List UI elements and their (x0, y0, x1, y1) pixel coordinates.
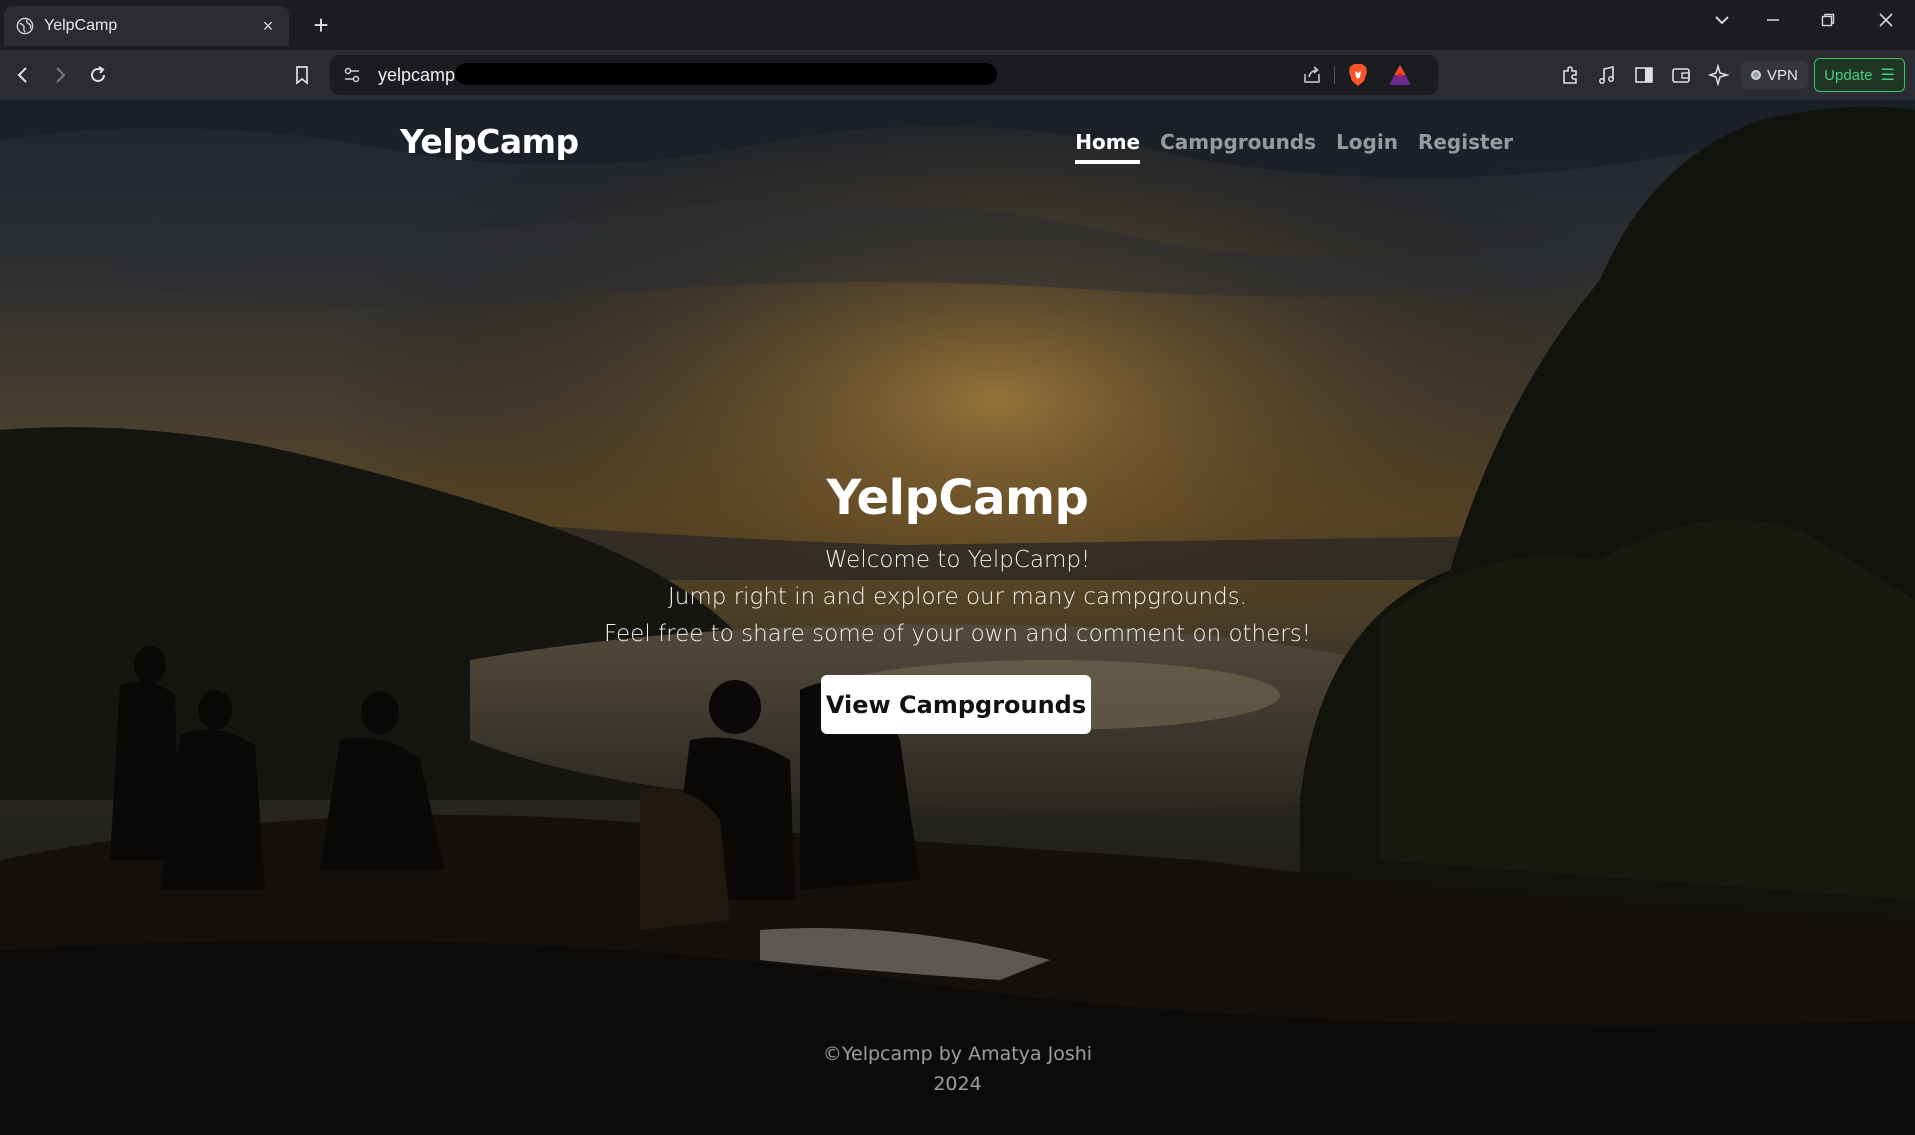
tab-search-chevron-icon[interactable] (1707, 12, 1737, 33)
forward-icon[interactable] (48, 63, 72, 87)
nav-login[interactable]: Login (1336, 130, 1398, 164)
globe-icon (16, 17, 34, 35)
vpn-label: VPN (1767, 66, 1798, 84)
hero-title: YelpCamp (826, 470, 1089, 526)
redacted-url-block (455, 63, 997, 85)
nav-home[interactable]: Home (1075, 130, 1141, 164)
address-bar[interactable]: yelpcamp (330, 55, 1438, 95)
hero-explore-text: Jump right in and explore our many campg… (668, 584, 1247, 610)
sidebar-icon[interactable] (1632, 63, 1656, 87)
site-brand[interactable]: YelpCamp (400, 122, 579, 161)
nav-register[interactable]: Register (1418, 130, 1513, 164)
nav-campgrounds[interactable]: Campgrounds (1160, 130, 1316, 164)
reload-icon[interactable] (86, 63, 110, 87)
hero-welcome-text: Welcome to YelpCamp! (824, 547, 1091, 573)
browser-toolbar: yelpcamp VPN Update ☰ (0, 50, 1915, 100)
url-text[interactable]: yelpcamp (378, 65, 455, 86)
main-nav: Home Campgrounds Login Register (1075, 130, 1513, 164)
vpn-status-dot-icon (1751, 70, 1761, 80)
menu-hamburger-icon: ☰ (1880, 67, 1895, 84)
footer-year: 2024 (933, 1073, 982, 1095)
wallet-icon[interactable] (1669, 63, 1693, 87)
vpn-button[interactable]: VPN (1741, 61, 1808, 89)
site-settings-icon[interactable] (342, 65, 362, 85)
browser-tab-strip: YelpCamp × + (0, 0, 1915, 50)
bookmark-icon[interactable] (290, 63, 314, 87)
hero-share-text: Feel free to share some of your own and … (604, 621, 1311, 647)
share-icon[interactable] (1302, 65, 1322, 85)
extensions-icon[interactable] (1558, 63, 1582, 87)
update-label: Update (1824, 66, 1873, 84)
leo-ai-sparkle-icon[interactable] (1707, 63, 1731, 87)
urlbar-divider (1334, 66, 1335, 84)
tab-title: YelpCamp (44, 17, 118, 34)
brave-shields-icon[interactable] (1347, 63, 1369, 87)
update-button[interactable]: Update ☰ (1814, 58, 1905, 92)
page-viewport: YelpCamp Home Campgrounds Login Register… (0, 100, 1915, 1135)
hero-background-image (0, 100, 1915, 1135)
view-campgrounds-button[interactable]: View Campgrounds (821, 675, 1091, 734)
footer-credit: ©Yelpcamp by Amatya Joshi (822, 1043, 1093, 1065)
back-icon[interactable] (11, 63, 35, 87)
browser-tab[interactable]: YelpCamp × (4, 6, 289, 46)
minimize-icon[interactable] (1758, 12, 1788, 33)
media-music-icon[interactable] (1595, 63, 1619, 87)
brave-rewards-icon[interactable] (1388, 64, 1412, 86)
close-window-icon[interactable] (1871, 12, 1901, 33)
restore-icon[interactable] (1813, 12, 1843, 33)
tab-close-icon[interactable]: × (259, 16, 277, 37)
new-tab-button[interactable]: + (308, 12, 334, 38)
